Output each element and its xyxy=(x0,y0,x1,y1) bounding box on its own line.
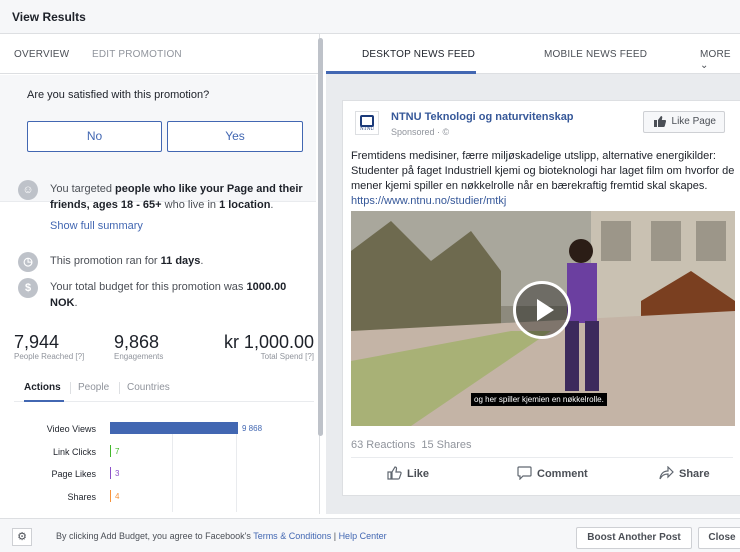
tab-people[interactable]: People xyxy=(78,382,109,393)
left-tab-bar: OVERVIEW EDIT PROMOTION xyxy=(0,34,319,74)
chart-value-label: 3 xyxy=(115,469,120,478)
play-icon[interactable] xyxy=(513,281,571,339)
like-action[interactable]: Like xyxy=(387,466,429,480)
chart-bar xyxy=(110,422,238,434)
survey-question: Are you satisfied with this promotion? xyxy=(27,89,210,101)
post-text: Fremtidens medisiner, færre miljøskadeli… xyxy=(351,150,735,207)
page-logo[interactable]: NTNU xyxy=(355,111,379,135)
comment-action[interactable]: Comment xyxy=(517,466,588,480)
chart-value-label: 4 xyxy=(115,491,120,501)
chart-value-label: 9 868 xyxy=(242,424,263,433)
tab-actions[interactable]: Actions xyxy=(24,382,61,393)
chart-category-label: Link Clicks xyxy=(52,446,96,457)
logo-text: NTNU xyxy=(360,127,374,132)
preview-panel: DESKTOP NEWS FEED MOBILE NEWS FEED MORE … xyxy=(326,34,740,514)
chart-bar xyxy=(110,444,111,457)
tab-overview[interactable]: OVERVIEW xyxy=(14,49,69,60)
share-action[interactable]: Share xyxy=(659,466,710,480)
targeting-info: ☺ You targeted people who like your Page… xyxy=(18,180,314,220)
post-preview: NTNU NTNU Teknologi og naturvitenskap Sp… xyxy=(342,100,740,496)
no-button[interactable]: No xyxy=(27,121,162,152)
left-panel-scrollbar[interactable] xyxy=(318,38,323,436)
preview-tab-bar: DESKTOP NEWS FEED MOBILE NEWS FEED MORE … xyxy=(326,34,740,74)
terms-link[interactable]: Terms & Conditions xyxy=(253,531,331,541)
yes-button[interactable]: Yes xyxy=(167,121,303,152)
like-icon xyxy=(387,466,402,480)
tab-mobile-news-feed[interactable]: MOBILE NEWS FEED xyxy=(544,49,647,60)
active-tab-indicator xyxy=(326,71,476,74)
total-spend-value: kr 1,000.00 xyxy=(223,332,314,352)
chart-category-label: Video Views xyxy=(46,424,96,434)
ntnu-logo-icon xyxy=(360,115,374,127)
video-caption: og her spiller kjemien en nøkkelrolle. xyxy=(471,393,607,406)
gear-icon[interactable]: ⚙ xyxy=(12,528,32,546)
window-title: View Results xyxy=(12,10,86,24)
help-center-link[interactable]: Help Center xyxy=(339,531,387,541)
post-actions: Like Comment Share xyxy=(351,457,733,489)
tab-edit-promotion[interactable]: EDIT PROMOTION xyxy=(92,49,182,60)
action-tabs: Actions People Countries xyxy=(14,380,314,402)
tab-desktop-news-feed[interactable]: DESKTOP NEWS FEED xyxy=(362,49,475,60)
boost-another-post-button[interactable]: Boost Another Post xyxy=(576,527,692,549)
tab-divider xyxy=(70,382,71,394)
footer-bar: ⚙ By clicking Add Budget, you agree to F… xyxy=(0,518,740,552)
total-spend-label: Total Spend [?] xyxy=(260,352,314,361)
chart-category-label: Page Likes xyxy=(51,469,96,479)
tab-more[interactable]: MORE ⌄ xyxy=(700,49,740,71)
tab-countries[interactable]: Countries xyxy=(127,382,170,393)
reactions-summary[interactable]: 63 Reactions 15 Shares xyxy=(351,439,472,451)
results-stats: 7,944 People Reached [?] 9,868 Engagemen… xyxy=(0,330,316,366)
people-reached-label: People Reached [?] xyxy=(14,352,85,361)
comment-icon xyxy=(517,466,532,480)
actions-bar-chart: Video Views 9 868 Link Clicks 7 Page Likes 3 S… xyxy=(14,418,304,514)
chart-gridline xyxy=(236,422,237,512)
like-page-button[interactable]: Like Page xyxy=(643,111,725,133)
terms-notice: By clicking Add Budget, you agree to Fac… xyxy=(56,531,387,541)
page-name-link[interactable]: NTNU Teknologi og naturvitenskap xyxy=(391,111,574,123)
chart-bar xyxy=(110,467,111,479)
clock-icon: ◷ xyxy=(18,252,38,272)
title-bar: View Results xyxy=(0,0,740,34)
people-reached-value: 7,944 xyxy=(14,332,60,352)
budget-info: $ Your total budget for this promotion w… xyxy=(18,278,314,318)
chart-gridline xyxy=(172,422,173,512)
audience-icon: ☺ xyxy=(18,180,38,200)
targeting-text: You targeted people who like your Page a… xyxy=(50,183,303,211)
chart-bar xyxy=(110,489,111,502)
show-full-summary-link[interactable]: Show full summary xyxy=(50,220,143,232)
close-button[interactable]: Close xyxy=(698,527,740,549)
chart-value-label: 7 xyxy=(115,446,120,456)
share-icon xyxy=(659,466,674,480)
video-thumbnail[interactable]: og her spiller kjemien en nøkkelrolle. xyxy=(351,211,735,426)
engagements-label: Engagements xyxy=(114,352,164,361)
engagements-value: 9,868 xyxy=(114,332,160,352)
duration-text: This promotion ran for 11 days. xyxy=(50,255,204,267)
duration-info: ◷ This promotion ran for 11 days. xyxy=(18,252,314,272)
chart-category-label: Shares xyxy=(67,491,96,502)
dollar-icon: $ xyxy=(18,278,38,298)
left-panel: OVERVIEW EDIT PROMOTION Are you satisfie… xyxy=(0,34,320,514)
post-link[interactable]: https://www.ntnu.no/studier/mtkj xyxy=(351,195,506,207)
thumbs-up-icon xyxy=(654,116,666,127)
tab-divider xyxy=(119,382,120,394)
active-tab-indicator xyxy=(24,400,64,402)
sponsored-label: Sponsored · © xyxy=(391,127,450,137)
budget-text: Your total budget for this promotion was… xyxy=(50,281,287,309)
